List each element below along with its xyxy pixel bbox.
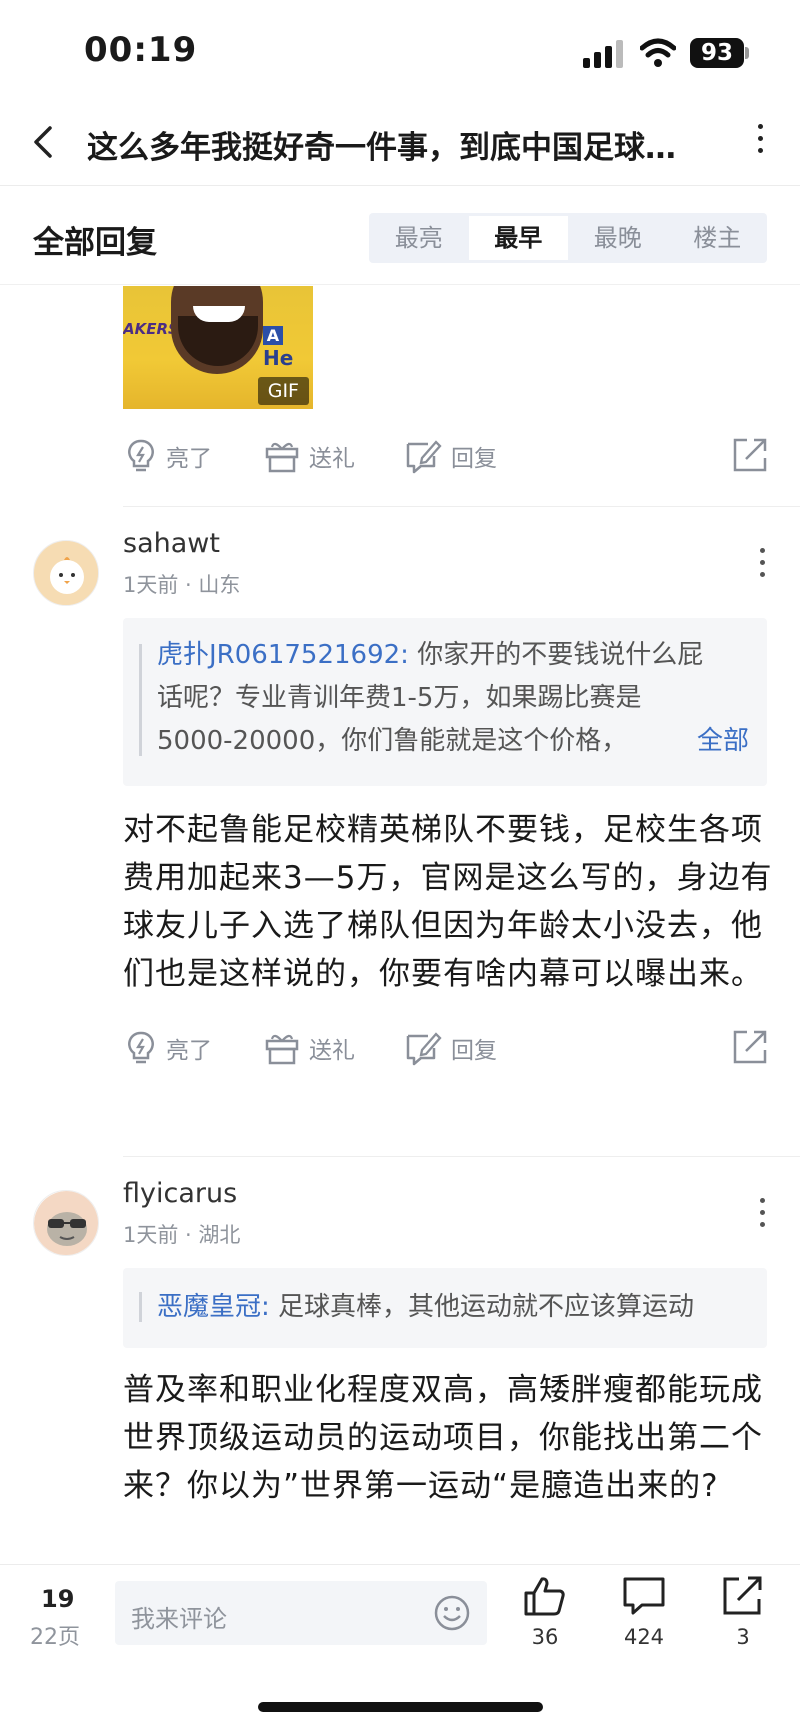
total-pages[interactable]: 22页 [30,1619,80,1651]
comment-bubble-icon [623,1577,665,1615]
light-button[interactable]: 亮了 [125,1025,212,1071]
gift-icon [265,442,299,473]
current-page[interactable]: 19 [41,1585,74,1613]
light-button[interactable]: 亮了 [125,433,212,479]
share-count: 3 [736,1625,750,1649]
sort-tabs: 最亮 最早 最晚 楼主 [369,213,767,263]
reply-label: 回复 [451,1038,497,1064]
sort-bar: 全部回复 最亮 最早 最晚 楼主 [0,187,800,285]
tab-earliest[interactable]: 最早 [468,216,568,260]
quote-author[interactable]: 虎扑JR0617521692: [157,640,409,670]
comment-placeholder: 我来评论 [131,1605,227,1633]
gift-button[interactable]: 送礼 [264,433,355,479]
like-count: 36 [531,1625,559,1649]
reply-actions: 亮了 送礼 回复 [123,1025,768,1071]
replies-list[interactable]: AKERS A He GIF 亮了 送礼 回复 sahawt 1天前 · 山东 … [0,286,800,1564]
status-bar: 00:19 93 [0,0,800,100]
reply-meta: 1天前 · 湖北 [123,1223,241,1247]
battery-indicator: 93 [690,38,744,68]
expand-quote-link[interactable]: 全部 [697,720,749,757]
battery-tip [745,47,749,59]
tab-brightest[interactable]: 最亮 [369,213,469,263]
bottom-bar: 19 22页 我来评论 36 424 3 [0,1564,800,1731]
gif-badge: GIF [257,377,309,405]
light-label: 亮了 [166,446,212,472]
reply-actions: 亮了 送礼 回复 [123,433,768,479]
edit-reply-icon [406,440,442,474]
username[interactable]: flyicarus [123,1178,237,1209]
home-indicator[interactable] [258,1702,543,1712]
quoted-reply[interactable]: 恶魔皇冠: 足球真棒，其他运动就不应该算运动 [123,1268,767,1348]
tab-op-only[interactable]: 楼主 [668,213,768,263]
emoji-icon[interactable] [433,1594,471,1632]
quote-author[interactable]: 恶魔皇冠: [157,1292,270,1322]
back-arrow-icon[interactable] [26,120,66,164]
tab-latest[interactable]: 最晚 [568,213,668,263]
reply-more-icon[interactable] [757,1198,767,1234]
quoted-reply[interactable]: 虎扑JR0617521692: 你家开的不要钱说什么屁 话呢？专业青训年费1-5… [123,618,767,786]
reply-more-icon[interactable] [757,548,767,584]
comments-button[interactable]: 424 [614,1575,674,1649]
share-button[interactable]: 3 [713,1575,773,1649]
lightbulb-icon [128,1031,154,1064]
like-button[interactable]: 36 [515,1575,575,1649]
cellular-signal-icon [583,40,625,68]
quote-text: 虎扑JR0617521692: 你家开的不要钱说什么屁 话呢？专业青训年费1-5… [157,640,704,756]
share-icon[interactable] [732,437,768,473]
light-label: 亮了 [166,1038,212,1064]
comment-count: 424 [623,1625,665,1649]
avatar[interactable] [33,1190,99,1256]
status-time: 00:19 [84,30,198,70]
edit-reply-icon [406,1032,442,1066]
divider [123,506,800,507]
wifi-icon [640,38,676,67]
nav-header: 这么多年我挺好奇一件事，到底中国足球… [0,100,800,186]
reply-button[interactable]: 回复 [404,1025,497,1071]
gift-icon [265,1034,299,1065]
comment-input[interactable]: 我来评论 [115,1581,487,1645]
reply-button[interactable]: 回复 [404,433,497,479]
reply-label: 回复 [451,446,497,472]
avatar[interactable] [33,540,99,606]
reply-body: 普及率和职业化程度双高，高矮胖瘦都能玩成世界顶级运动员的运动项目，你能找出第二个… [123,1372,763,1504]
page-title: 这么多年我挺好奇一件事，到底中国足球… [87,130,676,166]
share-icon[interactable] [732,1029,768,1065]
reply-gif-image[interactable]: AKERS A He GIF [123,286,313,409]
all-replies-label: 全部回复 [33,225,157,261]
gif-backdrop-logo: A He [263,326,294,370]
username[interactable]: sahawt [123,528,220,559]
quote-text: 恶魔皇冠: 足球真棒，其他运动就不应该算运动 [157,1292,695,1322]
reply-meta: 1天前 · 山东 [123,573,241,597]
reply-body: 对不起鲁能足校精英梯队不要钱，足校生各项费用加起来3—5万，官网是这么写的，身边… [123,812,773,992]
gift-label: 送礼 [309,446,355,472]
lightbulb-icon [128,439,154,472]
thumbs-up-icon [524,1577,565,1616]
more-options-icon[interactable] [752,124,768,164]
divider [123,1156,800,1157]
gift-button[interactable]: 送礼 [264,1025,355,1071]
gift-label: 送礼 [309,1038,355,1064]
share-icon [723,1576,762,1615]
